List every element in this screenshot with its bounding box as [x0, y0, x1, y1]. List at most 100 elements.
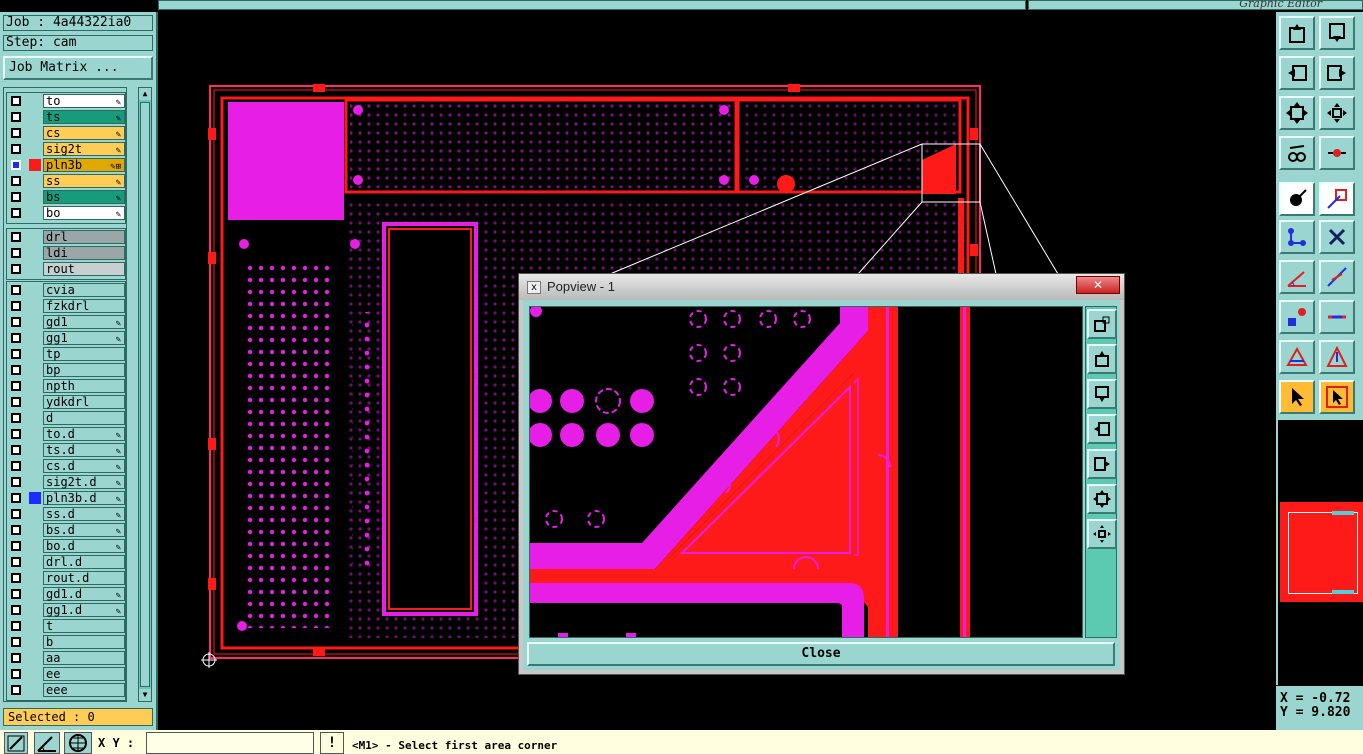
layer-row-drl-d[interactable]: drl.d [7, 554, 125, 570]
layer-checkbox[interactable] [11, 557, 21, 567]
layer-row-ts[interactable]: ts ✎ [7, 109, 125, 125]
angle-tool-icon[interactable] [1279, 260, 1315, 294]
layer-checkbox[interactable] [11, 413, 21, 423]
layer-row-eee[interactable]: eee [7, 682, 125, 698]
scroll-down-arrow-icon[interactable]: ▼ [139, 689, 151, 701]
layer-row-aa[interactable]: aa [7, 650, 125, 666]
job-matrix-button[interactable]: Job Matrix ... [3, 56, 153, 80]
layer-name[interactable]: gg1 ✎ [43, 331, 125, 345]
pad-tool-icon[interactable] [1279, 300, 1315, 334]
layer-name[interactable]: bo.d ✎ [43, 539, 125, 553]
zoom-fit-icon[interactable] [1279, 96, 1315, 130]
layer-checkbox[interactable] [11, 541, 21, 551]
triangle-select-icon[interactable] [1319, 340, 1355, 374]
layer-checkbox[interactable] [11, 493, 21, 503]
layer-checkbox[interactable] [11, 653, 21, 663]
layer-name[interactable]: fzkdrl [43, 299, 125, 313]
layer-checkbox[interactable] [11, 381, 21, 391]
pan-down-icon[interactable] [1319, 16, 1355, 50]
pan-up-icon[interactable] [1279, 16, 1315, 50]
pan-left-icon[interactable] [1279, 56, 1315, 90]
popview-zoom-fit-icon[interactable] [1087, 484, 1117, 514]
scroll-up-arrow-icon[interactable]: ▲ [139, 88, 151, 100]
layer-name[interactable]: gd1.d ✎ [43, 587, 125, 601]
layer-checkbox[interactable] [11, 669, 21, 679]
layer-name[interactable]: ldi [43, 246, 125, 260]
popview-pan-up-icon[interactable] [1087, 344, 1117, 374]
layer-name[interactable]: rout.d [43, 571, 125, 585]
layer-name[interactable]: npth [43, 379, 125, 393]
layer-checkbox[interactable] [11, 509, 21, 519]
layer-checkbox[interactable] [11, 477, 21, 487]
pointer-tool-icon[interactable] [1279, 380, 1315, 414]
layer-row-fzkdrl[interactable]: fzkdrl [7, 298, 125, 314]
layer-row-bo[interactable]: bo ✎ [7, 205, 125, 221]
layer-checkbox[interactable] [11, 285, 21, 295]
popview-zoom-home-icon[interactable] [1087, 519, 1117, 549]
layer-row-t[interactable]: t [7, 618, 125, 634]
layer-checkbox[interactable] [11, 525, 21, 535]
layer-row-bo-d[interactable]: bo.d ✎ [7, 538, 125, 554]
layer-checkbox[interactable] [11, 461, 21, 471]
net-tool-icon[interactable] [1279, 220, 1315, 254]
pan-right-icon[interactable] [1319, 56, 1355, 90]
layer-checkbox[interactable] [11, 192, 21, 202]
layer-checkbox[interactable] [11, 301, 21, 311]
layer-row-drl[interactable]: drl [7, 229, 125, 245]
layer-row-bp[interactable]: bp [7, 362, 125, 378]
layer-name[interactable]: tp [43, 347, 125, 361]
scroll-thumb[interactable] [140, 102, 150, 687]
popview-pan-left-icon[interactable] [1087, 414, 1117, 444]
layer-name[interactable]: ydkdrl [43, 395, 125, 409]
layer-checkbox[interactable] [11, 160, 21, 170]
layer-name[interactable]: sig2t.d ✎ [43, 475, 125, 489]
layer-row-to-d[interactable]: to.d ✎ [7, 426, 125, 442]
layer-checkbox[interactable] [11, 248, 21, 258]
layer-row-d[interactable]: d [7, 410, 125, 426]
layer-row-ldi[interactable]: ldi [7, 245, 125, 261]
layer-row-bs[interactable]: bs ✎ [7, 189, 125, 205]
layer-name[interactable]: cs ✎ [43, 126, 125, 140]
layer-checkbox[interactable] [11, 685, 21, 695]
pointer-box-tool-icon[interactable] [1319, 380, 1355, 414]
layer-name[interactable]: gg1.d ✎ [43, 603, 125, 617]
window-close-icon[interactable]: ✕ [1076, 276, 1120, 294]
layer-checkbox[interactable] [11, 144, 21, 154]
popview-window[interactable]: x Popview - 1 ✕ Close [518, 273, 1125, 675]
layer-name[interactable]: rout [43, 262, 125, 276]
snap-pin-icon[interactable] [1319, 136, 1355, 170]
layer-name[interactable]: ts.d ✎ [43, 443, 125, 457]
cross-tool-icon[interactable] [1319, 220, 1355, 254]
triangle-tool-icon[interactable] [1279, 340, 1315, 374]
layer-checkbox[interactable] [11, 621, 21, 631]
layer-checkbox[interactable] [11, 429, 21, 439]
grid-snap-icon[interactable] [64, 732, 92, 754]
select-line-icon[interactable] [1319, 182, 1355, 216]
layer-row-cs-d[interactable]: cs.d ✎ [7, 458, 125, 474]
layer-name[interactable]: bs ✎ [43, 190, 125, 204]
layer-row-ydkdrl[interactable]: ydkdrl [7, 394, 125, 410]
layer-checkbox[interactable] [11, 112, 21, 122]
popview-zoom-window-icon[interactable] [1087, 309, 1117, 339]
layer-name[interactable]: aa [43, 651, 125, 665]
layer-checkbox[interactable] [11, 637, 21, 647]
layer-name[interactable]: drl.d [43, 555, 125, 569]
layer-checkbox[interactable] [11, 208, 21, 218]
layer-name[interactable]: ss ✎ [43, 174, 125, 188]
layer-row-ss-d[interactable]: ss.d ✎ [7, 506, 125, 522]
layer-checkbox[interactable] [11, 264, 21, 274]
layer-name[interactable]: ss.d ✎ [43, 507, 125, 521]
zoom-home-icon[interactable] [1319, 96, 1355, 130]
line-tool-icon[interactable] [1319, 300, 1355, 334]
layer-checkbox[interactable] [11, 317, 21, 327]
layer-name[interactable]: pln3b.d ✎ [43, 491, 125, 505]
overview-map[interactable] [1276, 420, 1363, 685]
layer-row-tp[interactable]: tp [7, 346, 125, 362]
layer-name[interactable]: d [43, 411, 125, 425]
layer-row-cs[interactable]: cs ✎ [7, 125, 125, 141]
layer-row-rout-d[interactable]: rout.d [7, 570, 125, 586]
popview-canvas[interactable] [529, 306, 1083, 638]
select-point-icon[interactable] [1279, 182, 1315, 216]
popview-close-button[interactable]: Close [527, 642, 1115, 666]
layer-checkbox[interactable] [11, 128, 21, 138]
